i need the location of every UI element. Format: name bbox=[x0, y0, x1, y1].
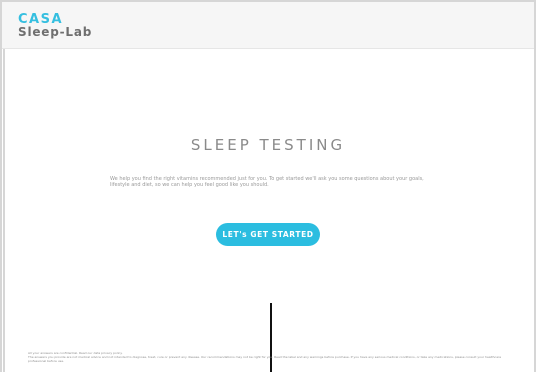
logo-line2: Sleep-Lab bbox=[18, 25, 93, 39]
site-header: CASA Sleep-Lab bbox=[2, 2, 534, 49]
medical-disclaimer: The answers you provide are not medical … bbox=[28, 355, 502, 363]
intro-text: We help you find the right vitamins reco… bbox=[110, 176, 424, 188]
left-border bbox=[3, 49, 5, 372]
logo[interactable]: CASA Sleep-Lab bbox=[18, 13, 92, 39]
page-title: SLEEP TESTING bbox=[190, 136, 346, 154]
get-started-button[interactable]: LET's GET STARTED bbox=[216, 223, 320, 246]
footer-disclaimer: All your answers are confidential. Read … bbox=[28, 351, 518, 363]
page-frame: CASA Sleep-Lab SLEEP TESTING We help you… bbox=[2, 2, 534, 372]
